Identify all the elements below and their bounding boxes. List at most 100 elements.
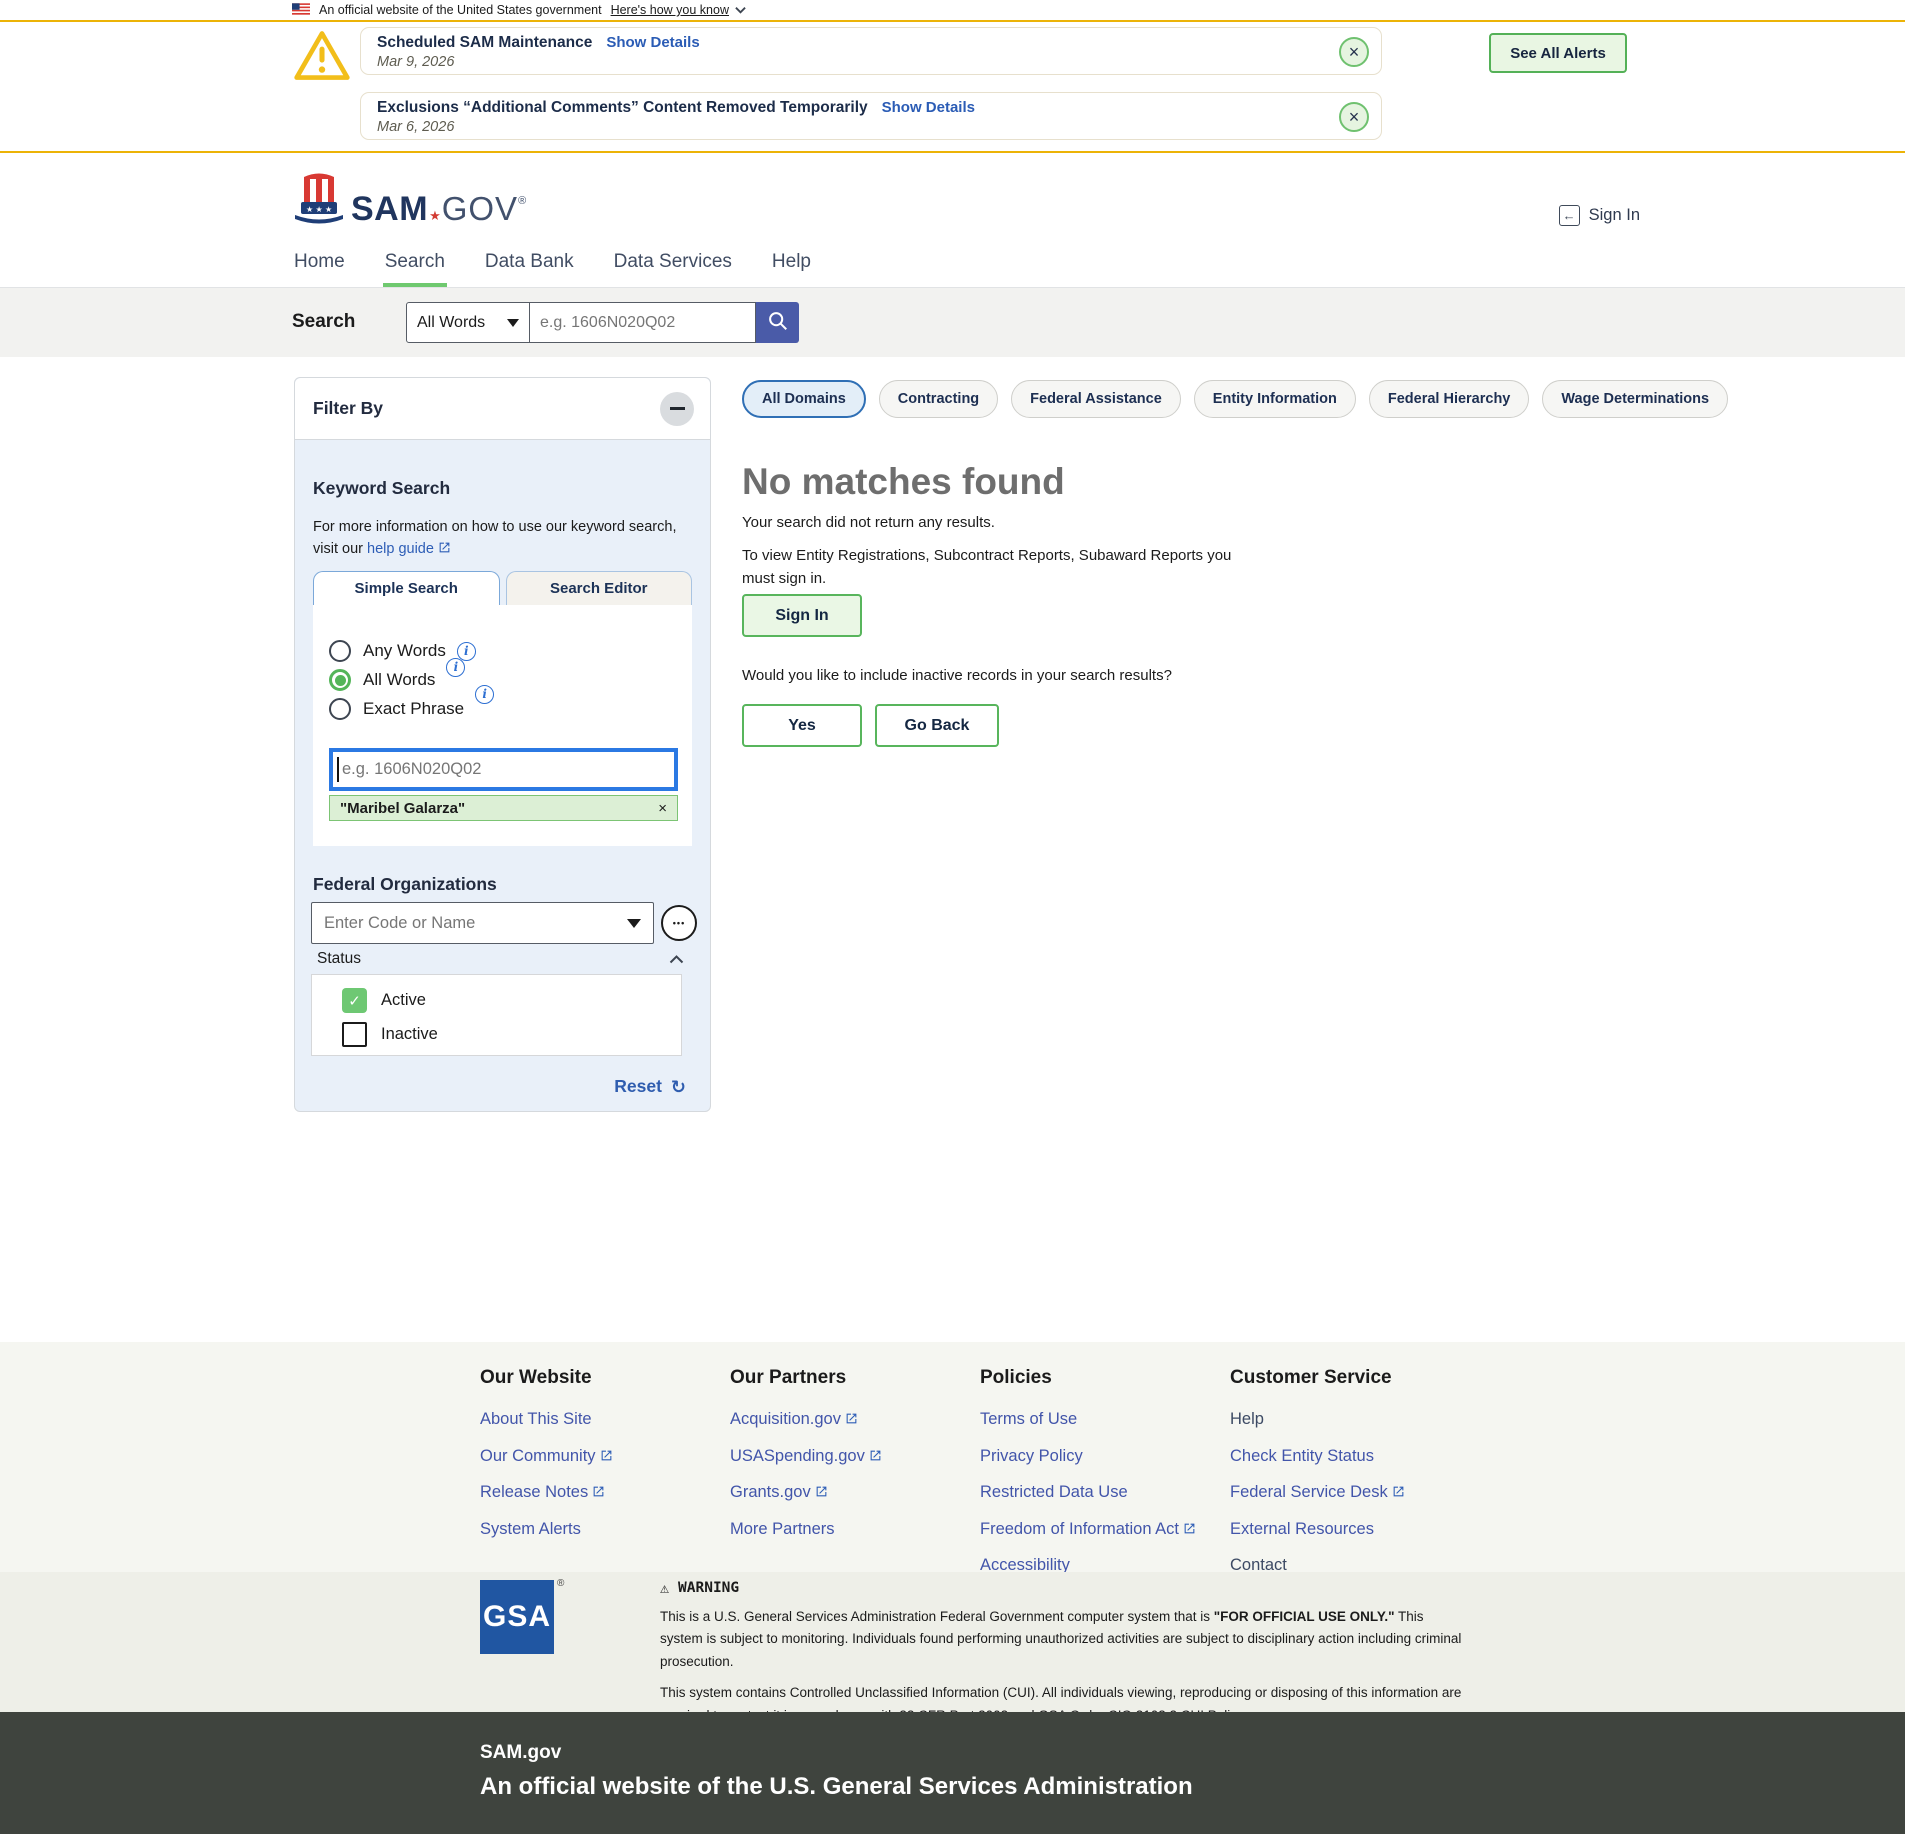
- star-icon: ★: [429, 209, 441, 222]
- nav-item-help[interactable]: Help: [770, 251, 813, 287]
- domain-tab-all-domains[interactable]: All Domains: [742, 380, 866, 418]
- collapse-filters-button[interactable]: [660, 392, 694, 426]
- sign-in-button[interactable]: Sign In: [742, 594, 862, 637]
- domain-tab-entity-information[interactable]: Entity Information: [1194, 380, 1356, 418]
- footer-link[interactable]: Check Entity Status: [1230, 1447, 1490, 1466]
- main-nav: Home Search Data Bank Data Services Help: [292, 251, 813, 287]
- show-details-link[interactable]: Show Details: [606, 34, 699, 51]
- header-sign-in[interactable]: ← Sign In: [1559, 205, 1640, 226]
- footer-link[interactable]: Our Community: [480, 1447, 740, 1466]
- footer-heading: Our Partners: [730, 1367, 990, 1389]
- caret-down-icon: [507, 319, 519, 327]
- nav-item-home[interactable]: Home: [292, 251, 347, 287]
- footer-link[interactable]: Acquisition.gov: [730, 1410, 990, 1429]
- us-flag-icon: [292, 3, 310, 18]
- close-alert-button[interactable]: ×: [1339, 102, 1369, 132]
- federal-org-select[interactable]: Enter Code or Name: [311, 902, 654, 944]
- chevron-down-icon: [735, 6, 746, 14]
- nav-item-search[interactable]: Search: [383, 251, 447, 287]
- domain-tab-wage-determinations[interactable]: Wage Determinations: [1542, 380, 1728, 418]
- external-link-icon: [869, 1449, 882, 1462]
- org-browse-button[interactable]: •••: [661, 905, 697, 941]
- keyword-chip: "Maribel Galarza" ×: [329, 795, 678, 821]
- footer-column-policies: Policies Terms of Use Privacy Policy Res…: [980, 1367, 1240, 1593]
- footer-link[interactable]: Federal Service Desk: [1230, 1483, 1490, 1502]
- reset-filters[interactable]: Reset ↻: [614, 1076, 686, 1097]
- status-heading: Status: [317, 950, 361, 968]
- chevron-up-icon: [669, 955, 684, 964]
- close-icon: ×: [1349, 108, 1360, 126]
- footer-link[interactable]: External Resources: [1230, 1520, 1490, 1539]
- sam-gov-logo[interactable]: ★ ★ ★ SAM★GOV®: [293, 171, 526, 232]
- tab-search-editor[interactable]: Search Editor: [506, 571, 693, 605]
- footer-column-our-partners: Our Partners Acquisition.gov USASpending…: [730, 1367, 990, 1556]
- registered-mark: ®: [557, 1578, 564, 1589]
- status-option-active: ✓ Active: [342, 988, 681, 1013]
- warning-heading: WARNING: [678, 1580, 739, 1596]
- heres-how-you-know-link[interactable]: Here's how you know: [611, 3, 729, 17]
- ellipsis-icon: •••: [673, 918, 685, 928]
- close-alert-button[interactable]: ×: [1339, 37, 1369, 67]
- any-words-radio[interactable]: [329, 640, 351, 662]
- yes-button[interactable]: Yes: [742, 704, 862, 747]
- search-band: Search All Words: [0, 288, 1905, 357]
- info-icon[interactable]: i: [457, 642, 476, 661]
- help-guide-link[interactable]: help guide: [367, 541, 434, 557]
- status-section-header[interactable]: Status: [317, 950, 684, 968]
- footer-link[interactable]: Grants.gov: [730, 1483, 990, 1502]
- sign-in-label: Sign In: [1589, 206, 1640, 225]
- search-submit-button[interactable]: [756, 302, 799, 343]
- exact-phrase-radio[interactable]: [329, 698, 351, 720]
- global-search-input[interactable]: [530, 302, 756, 343]
- minus-icon: [670, 407, 685, 409]
- footer-link[interactable]: USASpending.gov: [730, 1447, 990, 1466]
- no-results-text: Your search did not return any results.: [742, 514, 995, 531]
- footer-link[interactable]: Privacy Policy: [980, 1447, 1240, 1466]
- all-words-radio[interactable]: [329, 669, 351, 691]
- nav-item-data-bank[interactable]: Data Bank: [483, 251, 576, 287]
- svg-text:★: ★: [306, 205, 313, 214]
- remove-chip-icon[interactable]: ×: [658, 800, 667, 817]
- main-content: Filter By Keyword Search For more inform…: [0, 357, 1905, 1342]
- alert-card: Exclusions “Additional Comments” Content…: [360, 92, 1382, 140]
- info-icon[interactable]: i: [475, 685, 494, 704]
- footer-link[interactable]: Help: [1230, 1410, 1490, 1429]
- go-back-button[interactable]: Go Back: [875, 704, 999, 747]
- search-mode-select[interactable]: All Words: [406, 302, 530, 343]
- domain-tab-contracting[interactable]: Contracting: [879, 380, 998, 418]
- footer-link[interactable]: Terms of Use: [980, 1410, 1240, 1429]
- radio-row-any-words: Any Words i: [329, 639, 678, 663]
- simple-search-panel: Any Words i All Words i Exact Phrase i: [313, 605, 692, 846]
- footer-link[interactable]: Freedom of Information Act: [980, 1520, 1240, 1539]
- external-link-icon: [845, 1412, 858, 1425]
- domain-tab-federal-assistance[interactable]: Federal Assistance: [1011, 380, 1181, 418]
- footer-link[interactable]: About This Site: [480, 1410, 740, 1429]
- footer-link[interactable]: System Alerts: [480, 1520, 740, 1539]
- external-link-icon: [592, 1485, 605, 1498]
- nav-item-data-services[interactable]: Data Services: [612, 251, 734, 287]
- footer-link[interactable]: More Partners: [730, 1520, 990, 1539]
- footer-link[interactable]: Release Notes: [480, 1483, 740, 1502]
- footer-link[interactable]: Restricted Data Use: [980, 1483, 1240, 1502]
- active-checkbox[interactable]: ✓: [342, 988, 367, 1013]
- show-details-link[interactable]: Show Details: [882, 99, 975, 116]
- inactive-records-question: Would you like to include inactive recor…: [742, 667, 1172, 684]
- warning-triangle-icon: [292, 28, 352, 89]
- keyword-tabs: Simple Search Search Editor: [313, 571, 692, 605]
- footer-column-customer-service: Customer Service Help Check Entity Statu…: [1230, 1367, 1490, 1593]
- info-icon[interactable]: i: [446, 658, 465, 677]
- alert-card: Scheduled SAM Maintenance Show Details M…: [360, 27, 1382, 75]
- gsa-logo: GSA: [480, 1580, 554, 1654]
- external-link-icon: [600, 1449, 613, 1462]
- external-link-icon: [1183, 1522, 1196, 1535]
- inactive-checkbox[interactable]: [342, 1022, 367, 1047]
- reset-icon: ↻: [671, 1078, 686, 1096]
- federal-org-placeholder: Enter Code or Name: [324, 914, 475, 933]
- domain-tab-federal-hierarchy[interactable]: Federal Hierarchy: [1369, 380, 1530, 418]
- keyword-search-input[interactable]: [329, 748, 678, 791]
- tab-simple-search[interactable]: Simple Search: [313, 571, 500, 605]
- alert-title: Exclusions “Additional Comments” Content…: [377, 99, 868, 117]
- registered-mark: ®: [518, 196, 526, 207]
- warning-band: GSA ® ⚠ WARNING This is a U.S. General S…: [0, 1572, 1905, 1712]
- see-all-alerts-button[interactable]: See All Alerts: [1489, 33, 1627, 73]
